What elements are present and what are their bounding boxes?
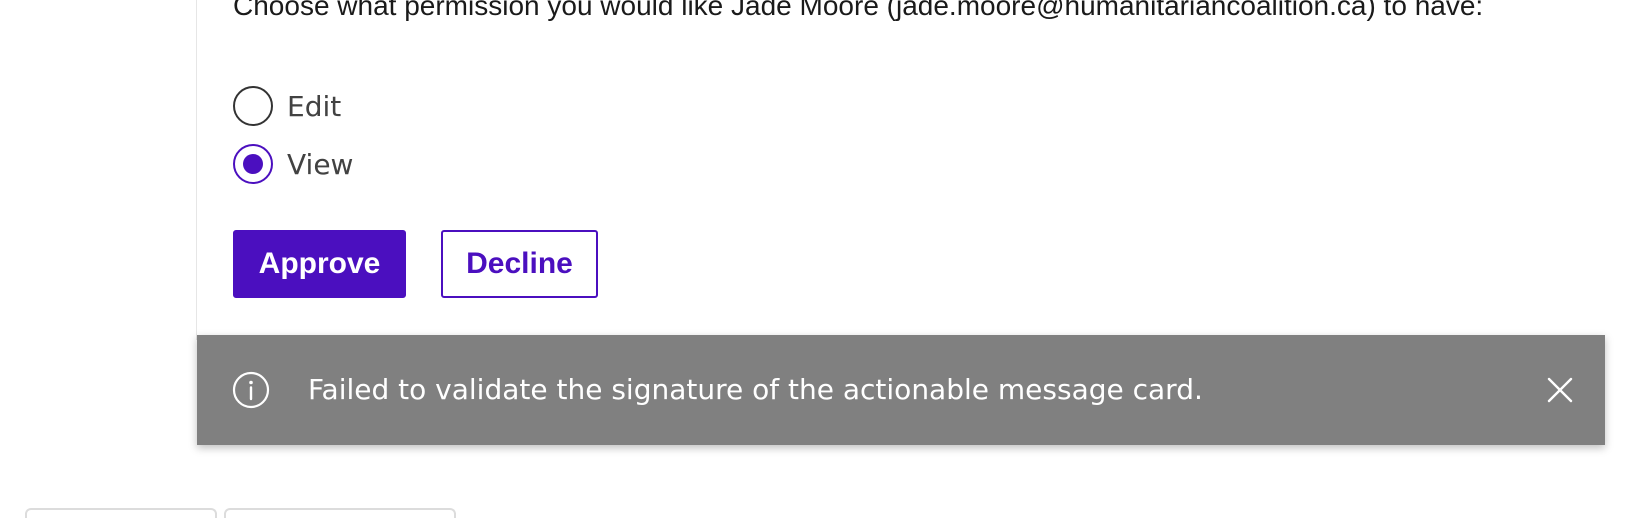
view-radio[interactable] <box>233 144 273 184</box>
edit-radio-label: Edit <box>287 89 342 123</box>
close-icon[interactable] <box>1545 375 1575 405</box>
page: Choose what permission you would like Ja… <box>0 0 1634 518</box>
toast-message: Failed to validate the signature of the … <box>308 373 1203 406</box>
decline-button[interactable]: Decline <box>441 230 598 298</box>
actionable-message-card <box>196 0 1605 340</box>
edit-radio[interactable] <box>233 86 273 126</box>
view-radio-label: View <box>287 147 354 181</box>
info-icon <box>232 371 270 409</box>
approve-button[interactable]: Approve <box>233 230 406 298</box>
radio-selected-dot <box>243 154 263 174</box>
radio-option-view[interactable]: View <box>233 142 353 186</box>
radio-option-edit[interactable]: Edit <box>233 84 341 128</box>
permission-prompt: Choose what permission you would like Ja… <box>233 0 1484 21</box>
bottom-tab-1[interactable] <box>25 508 217 518</box>
bottom-tab-2[interactable] <box>224 508 456 518</box>
error-toast: Failed to validate the signature of the … <box>197 335 1605 445</box>
